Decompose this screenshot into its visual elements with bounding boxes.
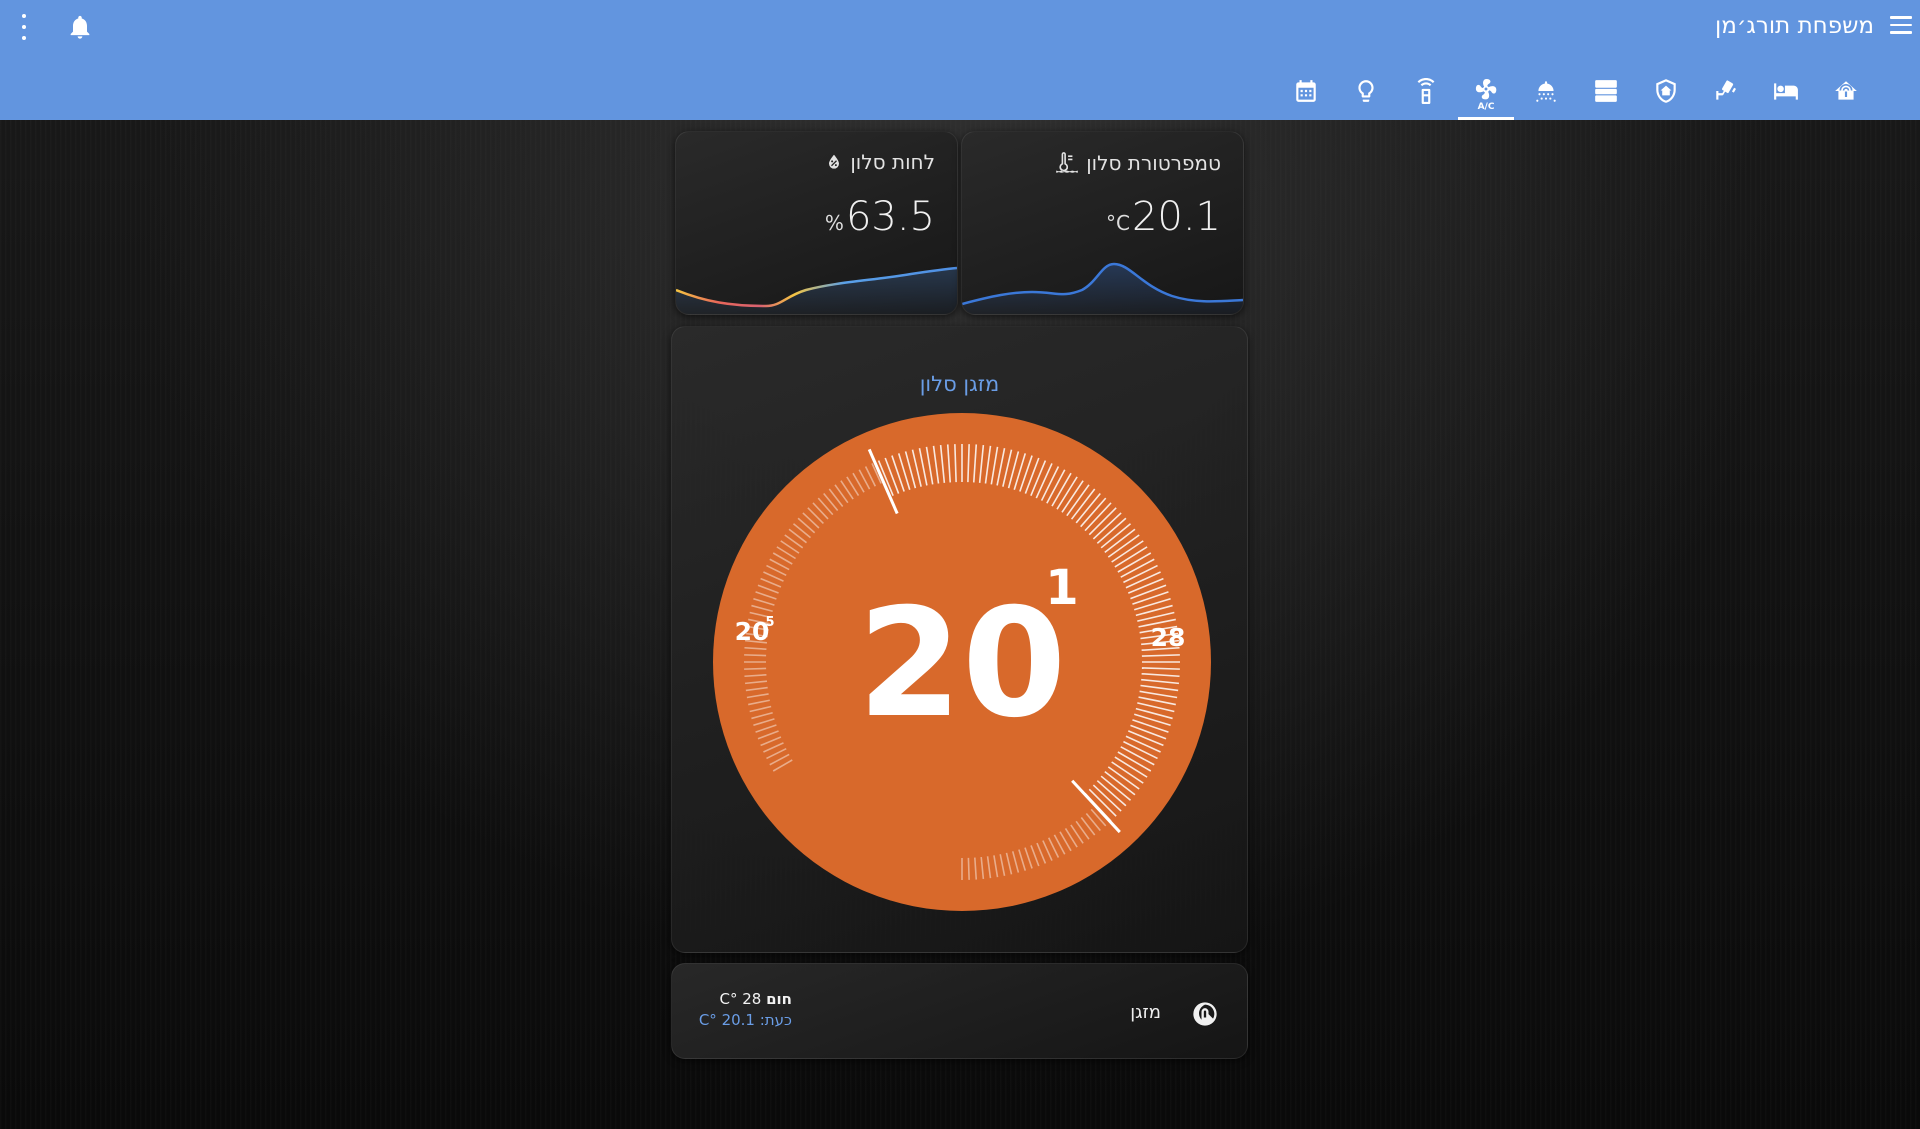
temperature-sparkline bbox=[962, 262, 1243, 314]
more-options-icon[interactable] bbox=[12, 14, 36, 40]
temperature-sensor-title: טמפרטורת סלון bbox=[1086, 151, 1221, 175]
tab-calendar[interactable] bbox=[1278, 72, 1334, 120]
tab-home[interactable] bbox=[1818, 72, 1874, 120]
temperature-sensor-card[interactable]: טמפרטורת סלון °C 20.1 bbox=[961, 131, 1244, 315]
thermostat-card: מזגן סלון 20 1 20 5 28 bbox=[671, 326, 1248, 953]
bell-icon[interactable] bbox=[66, 13, 94, 41]
tab-shower[interactable] bbox=[1518, 72, 1574, 120]
humidity-sparkline bbox=[676, 266, 957, 314]
server-icon bbox=[1595, 80, 1617, 102]
humidity-unit: % bbox=[824, 211, 844, 235]
remote-icon bbox=[1417, 78, 1435, 104]
thermostat-dial[interactable]: 20 1 20 5 28 bbox=[712, 412, 1212, 912]
tab-server[interactable] bbox=[1578, 72, 1634, 120]
thermostat-name: מזגן סלון bbox=[919, 372, 1000, 396]
climate-target: 28 °C bbox=[719, 990, 762, 1008]
tab-remote[interactable] bbox=[1398, 72, 1454, 120]
tab-lights[interactable] bbox=[1338, 72, 1394, 120]
air-conditioner-icon: A/C bbox=[1475, 79, 1497, 110]
dial-tick bbox=[744, 654, 767, 657]
dial-tick bbox=[744, 667, 767, 670]
current-temp-decimal: 1 bbox=[1045, 560, 1078, 616]
menu-icon[interactable] bbox=[1890, 16, 1912, 34]
tab-security[interactable] bbox=[1638, 72, 1694, 120]
climate-entity-state: חום 28 °C כעת: 20.1 °C bbox=[692, 990, 792, 1029]
humidity-sensor-title: לחות סלון bbox=[850, 150, 935, 174]
cctv-icon bbox=[1716, 80, 1736, 100]
tab-camera[interactable] bbox=[1698, 72, 1754, 120]
bed-icon bbox=[1774, 83, 1798, 100]
thermometer-water-icon bbox=[1056, 152, 1079, 173]
shield-home-icon bbox=[1656, 79, 1676, 103]
humidity-sensor-card[interactable]: לחות סלון % 63.5 bbox=[675, 131, 958, 315]
home-automation-icon bbox=[1835, 81, 1857, 100]
water-percent-icon bbox=[829, 154, 840, 169]
tab-bedroom[interactable] bbox=[1758, 72, 1814, 120]
climate-current: כעת: 20.1 °C bbox=[698, 1011, 792, 1029]
ambient-temp-decimal: 5 bbox=[765, 615, 774, 630]
temperature-unit: °C bbox=[1105, 211, 1130, 235]
ac-tab-label: A/C bbox=[1478, 102, 1495, 110]
climate-entity-row[interactable]: מזגן חום 28 °C כעת: 20.1 °C bbox=[671, 963, 1248, 1059]
thermostat-icon[interactable] bbox=[1191, 1000, 1219, 1028]
lightbulb-icon bbox=[1358, 80, 1374, 102]
dial-tick bbox=[967, 857, 970, 880]
climate-entity-label: מזגן bbox=[1130, 1002, 1161, 1023]
current-temp-whole: 20 bbox=[858, 577, 1067, 751]
app-header: משפחת תורג׳מן A/C bbox=[0, 0, 1920, 120]
calendar-icon bbox=[1296, 80, 1316, 102]
app-title: משפחת תורג׳מן bbox=[1714, 13, 1874, 39]
target-temp-label: 28 bbox=[1151, 623, 1186, 652]
ambient-temp-whole: 20 bbox=[735, 617, 770, 646]
climate-mode: חום bbox=[766, 990, 792, 1008]
shower-icon bbox=[1536, 81, 1556, 102]
tab-ac[interactable]: A/C bbox=[1458, 72, 1514, 120]
